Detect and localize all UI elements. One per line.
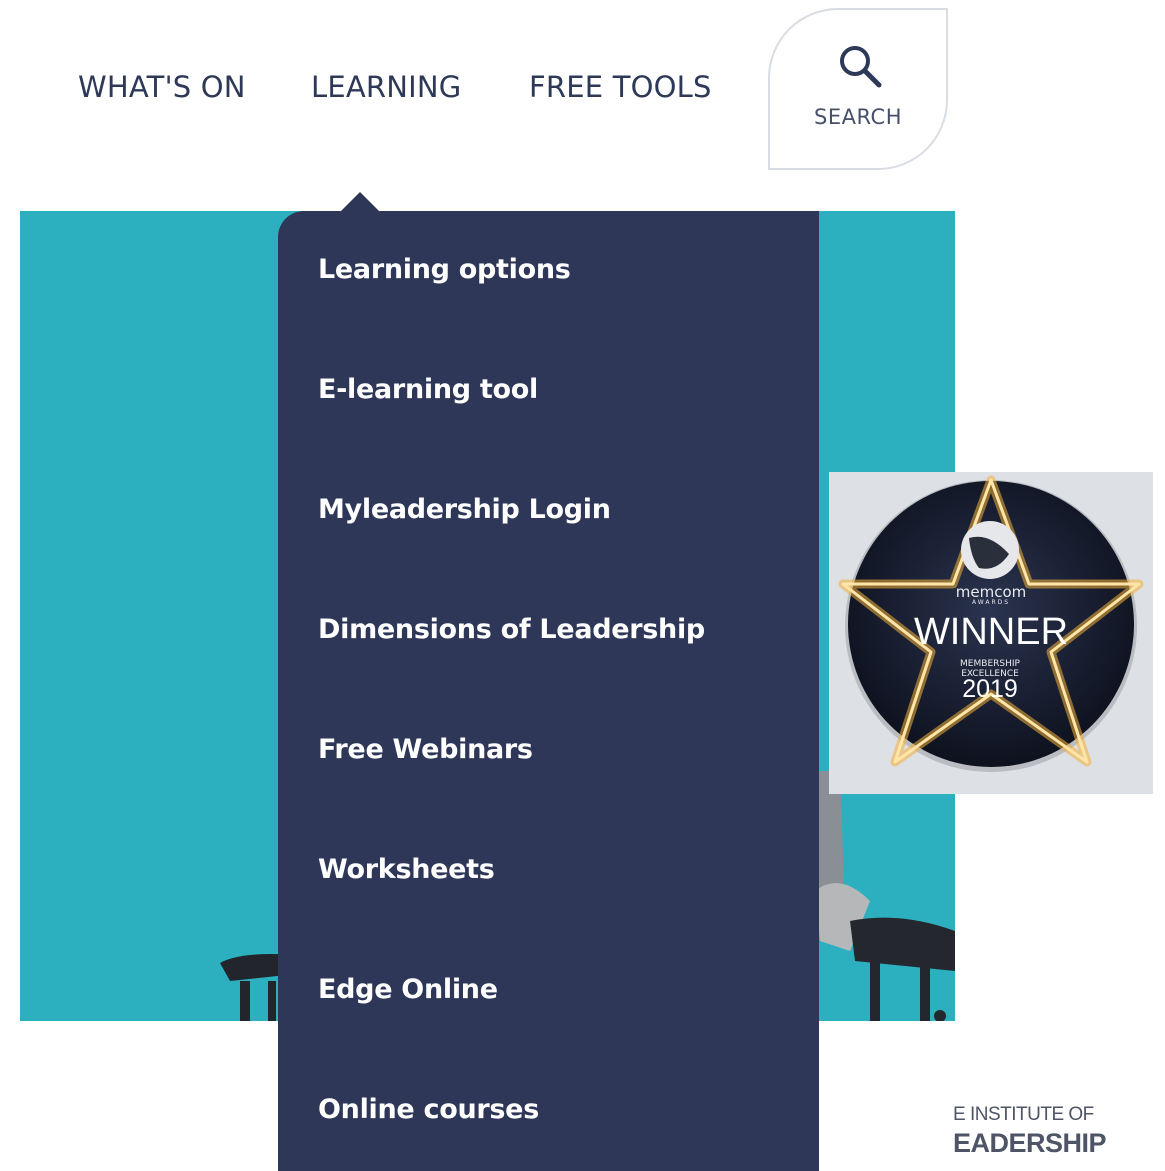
menu-item-dimensions-of-leadership[interactable]: Dimensions of Leadership (318, 614, 705, 645)
svg-text:2019: 2019 (962, 675, 1018, 703)
award-badge: memcom AWARDS WINNER MEMBERSHIP EXCELLEN… (838, 475, 1144, 772)
svg-text:AWARDS: AWARDS (972, 599, 1010, 606)
svg-text:MEMBERSHIP: MEMBERSHIP (960, 659, 1020, 669)
search-button[interactable]: SEARCH (768, 8, 948, 170)
learning-dropdown-menu: Learning options E-learning tool Myleade… (278, 211, 819, 1171)
award-badge-panel: memcom AWARDS WINNER MEMBERSHIP EXCELLEN… (829, 472, 1153, 794)
menu-item-edge-online[interactable]: Edge Online (318, 974, 498, 1005)
search-label: SEARCH (814, 105, 902, 129)
menu-item-free-webinars[interactable]: Free Webinars (318, 734, 533, 765)
menu-item-learning-options[interactable]: Learning options (318, 254, 571, 285)
nav-whats-on[interactable]: WHAT'S ON (78, 70, 246, 104)
svg-text:WINNER: WINNER (914, 611, 1068, 653)
menu-item-e-learning-tool[interactable]: E-learning tool (318, 374, 538, 405)
footer-logo-line1: E INSTITUTE OF (953, 1104, 1094, 1125)
nav-learning[interactable]: LEARNING (311, 70, 461, 104)
menu-item-worksheets[interactable]: Worksheets (318, 854, 495, 885)
search-icon (840, 46, 882, 88)
dropdown-caret (340, 192, 380, 212)
menu-item-online-courses[interactable]: Online courses (318, 1094, 539, 1125)
person-illustration (810, 771, 955, 1021)
menu-item-myleadership-login[interactable]: Myleadership Login (318, 494, 611, 525)
nav-free-tools[interactable]: FREE TOOLS (529, 70, 712, 104)
footer-logo-line2: EADERSHIP (953, 1128, 1107, 1158)
